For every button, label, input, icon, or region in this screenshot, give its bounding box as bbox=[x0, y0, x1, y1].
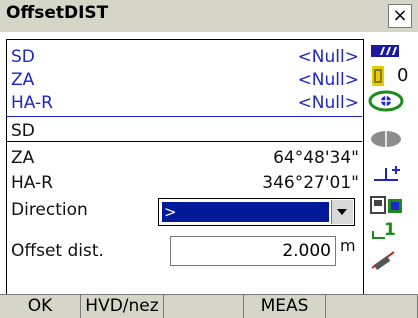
pen-icon[interactable] bbox=[370, 250, 396, 270]
input-mode-icon bbox=[372, 231, 385, 239]
window-title: OffsetDIST bbox=[6, 3, 109, 23]
softkey-bar: OK HVD/nez MEAS bbox=[0, 294, 418, 318]
title-bar: OffsetDIST × bbox=[0, 0, 418, 32]
hvd-nez-button[interactable]: HVD/nez bbox=[81, 294, 164, 318]
separator-blue bbox=[6, 116, 362, 117]
meas-button[interactable]: MEAS bbox=[244, 294, 326, 318]
prism-icon[interactable] bbox=[372, 66, 384, 86]
ok-button[interactable]: OK bbox=[0, 294, 81, 318]
za-value: <Null> bbox=[297, 70, 359, 90]
computed-har-value: 346°27'01" bbox=[262, 173, 359, 193]
close-button[interactable]: × bbox=[388, 4, 412, 28]
offset-unit: m bbox=[340, 236, 356, 255]
computed-za-row: ZA 64°48'34" bbox=[11, 147, 359, 169]
computed-sd-label: SD bbox=[11, 121, 35, 141]
computed-za-value: 64°48'34" bbox=[273, 148, 359, 168]
computed-har-label: HA-R bbox=[11, 173, 53, 193]
target-height-icon[interactable] bbox=[370, 162, 404, 184]
computed-sd-row: SD bbox=[11, 120, 359, 142]
chevron-down-icon[interactable] bbox=[331, 200, 353, 224]
za-label: ZA bbox=[11, 70, 35, 90]
status-sidebar: 0 1 bbox=[364, 34, 418, 294]
softkey-3[interactable] bbox=[164, 294, 244, 318]
offset-distance-input[interactable]: 2.000 bbox=[170, 236, 336, 266]
laser-icon[interactable] bbox=[370, 130, 402, 148]
tilt-icon[interactable] bbox=[368, 90, 404, 112]
battery-icon bbox=[371, 45, 399, 57]
har-row: HA-R <Null> bbox=[11, 92, 359, 114]
har-label: HA-R bbox=[11, 93, 53, 113]
sd-row: SD <Null> bbox=[11, 46, 359, 68]
za-row: ZA <Null> bbox=[11, 69, 359, 91]
direction-select[interactable]: > bbox=[158, 198, 355, 226]
prism-constant: 0 bbox=[397, 65, 409, 86]
sd-value: <Null> bbox=[297, 47, 359, 67]
softkey-5[interactable] bbox=[326, 294, 418, 318]
sd-label: SD bbox=[11, 47, 35, 67]
separator-dark bbox=[6, 141, 362, 142]
direction-selected-value: > bbox=[162, 202, 329, 222]
memory-card-icon[interactable] bbox=[370, 194, 406, 216]
computed-za-label: ZA bbox=[11, 148, 35, 168]
direction-label: Direction bbox=[11, 200, 88, 220]
computed-har-row: HA-R 346°27'01" bbox=[11, 172, 359, 194]
offset-label: Offset dist. bbox=[11, 241, 104, 261]
har-value: <Null> bbox=[297, 93, 359, 113]
